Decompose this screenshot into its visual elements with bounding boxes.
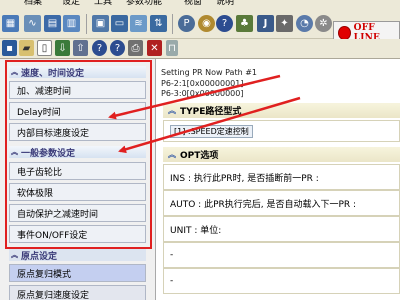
group-header-homing[interactable]: ︽ 原点设定 [9, 249, 146, 262]
open-icon[interactable]: ▦ [2, 15, 19, 32]
monitor-icon[interactable]: ▤ [44, 15, 61, 32]
menu-file[interactable]: 档案 [24, 0, 42, 8]
chevron-up-icon: ︽ [11, 68, 18, 76]
upload-icon[interactable]: ⇧ [73, 40, 88, 56]
new-document-icon[interactable]: ▯ [37, 40, 52, 56]
chevron-up-icon: ︽ [168, 106, 176, 115]
opt-row-label: - [170, 276, 174, 286]
group-header-label: 一般参数设定 [21, 148, 76, 159]
close-icon[interactable]: ✕ [147, 40, 162, 56]
setup-icon[interactable]: ◉ [198, 15, 215, 32]
nav-item-homing-mode[interactable]: 原点复归模式 [9, 264, 146, 282]
nav-item-label: 事件ON/OFF设定 [17, 230, 88, 241]
pin-icon[interactable]: ⊓ [166, 40, 178, 56]
help-icon[interactable]: ? [92, 40, 107, 56]
type-select[interactable]: [1] :SPEED定速控制 [170, 124, 253, 138]
help-icon[interactable]: ? [216, 15, 233, 32]
jog-icon[interactable]: J [257, 15, 274, 32]
gear-icon[interactable]: ✲ [315, 15, 332, 32]
nav-item-accel-decel-time[interactable]: 加、减速时间 [9, 81, 146, 99]
opt-auto-row[interactable]: AUTO : 此PR执行完后, 是否自动载入下一PR : [163, 190, 400, 216]
io-icon[interactable]: ▥ [63, 15, 80, 32]
param-readout: P6-2:1[0x00000001] [161, 79, 244, 88]
nav-item-electronic-gear-ratio[interactable]: 电子齿轮比 [9, 162, 146, 180]
nav-item-label: 自动保护之减速时间 [17, 209, 99, 220]
chevron-up-icon: ︽ [11, 251, 18, 259]
opt-row-label: UNIT : 单位: [170, 225, 222, 236]
graph-icon[interactable]: ≋ [130, 15, 147, 32]
group-header-general-params[interactable]: ︽ 一般参数设定 [9, 146, 146, 159]
menu-help[interactable]: 说明 [216, 0, 234, 8]
group-header-label: 原点设定 [21, 251, 58, 262]
group-header-speed-time[interactable]: ︽ 速度、时间设定 [9, 66, 146, 79]
offline-indicator-icon [338, 26, 351, 40]
tuning-icon[interactable]: ⇅ [150, 15, 167, 32]
path-caption: Setting PR Now Path #1 [161, 68, 257, 77]
chevron-up-icon: ︽ [11, 148, 18, 156]
panel-icon[interactable]: ▣ [92, 15, 109, 32]
opt-empty-row[interactable]: - [163, 242, 400, 268]
info-icon[interactable]: ? [110, 40, 125, 56]
menu-settings[interactable]: 设定 [62, 0, 80, 8]
chevron-up-icon: ︽ [168, 150, 176, 159]
speed-icon[interactable]: ◔ [296, 15, 313, 32]
section-title: TYPE路径型式 [180, 107, 242, 117]
nav-item-label: 内部目标速度设定 [17, 128, 90, 139]
type-section-header[interactable]: ︽ TYPE路径型式 [163, 103, 400, 118]
nav-item-target-speed[interactable]: 内部目标速度设定 [9, 123, 146, 141]
param-readout: P6-3:0[0x00000000] [161, 89, 244, 98]
settings-icon[interactable]: ✦ [276, 15, 293, 32]
nav-item-homing-speed[interactable]: 原点复归速度设定 [9, 285, 146, 300]
menu-window[interactable]: 视窗 [184, 0, 202, 8]
print-icon[interactable]: ⎙ [128, 40, 143, 56]
open-folder-icon[interactable]: ▰ [19, 40, 34, 56]
opt-row-label: INS : 执行此PR时, 是否插断前一PR : [170, 173, 319, 184]
menu-parameters[interactable]: 参数功能 [126, 0, 162, 8]
opt-unit-row[interactable]: UNIT : 单位: [163, 216, 400, 242]
menu-tools[interactable]: 工具 [94, 0, 112, 8]
nav-item-delay-time[interactable]: Delay时间 [9, 102, 146, 120]
network-icon[interactable]: ♣ [236, 15, 253, 32]
menu-bar: 档案 设定 工具 参数功能 视窗 说明 [0, 0, 400, 9]
nav-item-label: 原点复归速度设定 [17, 290, 90, 300]
opt-row-label: - [170, 250, 174, 260]
opt-empty-row[interactable]: - [163, 268, 400, 294]
toolbar-separator [86, 14, 87, 34]
left-nav-panel: ︽ 速度、时间设定 加、减速时间 Delay时间 内部目标速度设定 ︽ 一般参数… [0, 59, 156, 300]
scope-icon[interactable]: ∿ [24, 15, 41, 32]
save-icon[interactable]: ▪ [2, 40, 17, 56]
nav-item-label: 加、减速时间 [17, 86, 72, 97]
main-toolbar: ▦ ∿ ▤ ▥ ▣ ▭ ≋ ⇅ P ◉ ? ♣ J ✦ ◔ ✲ OFF LINE [0, 9, 400, 45]
opt-row-label: AUTO : 此PR执行完后, 是否自动载入下一PR : [170, 199, 357, 210]
nav-item-label: 原点复归模式 [17, 269, 72, 280]
secondary-toolbar: ▪ ▰ ▯ ⇩ ⇧ ? ? ⎙ ✕ ⊓ [0, 39, 400, 96]
parameter-icon[interactable]: P [178, 15, 195, 32]
nav-item-label: Delay时间 [17, 107, 61, 118]
download-icon[interactable]: ⇩ [55, 40, 70, 56]
pc-icon[interactable]: ▭ [111, 15, 128, 32]
group-header-label: 速度、时间设定 [21, 68, 85, 79]
nav-item-event-onoff[interactable]: 事件ON/OFF设定 [9, 225, 146, 243]
opt-ins-row[interactable]: INS : 执行此PR时, 是否插断前一PR : [163, 164, 400, 190]
nav-item-protection-decel-time[interactable]: 自动保护之减速时间 [9, 204, 146, 222]
nav-item-label: 电子齿轮比 [17, 167, 63, 178]
type-field: [1] :SPEED定速控制 [163, 120, 400, 142]
section-title: OPT选项 [180, 151, 219, 161]
pr-settings-panel: Setting PR Now Path #1 P6-2:1[0x00000001… [157, 59, 400, 300]
opt-section-header[interactable]: ︽ OPT选项 [163, 147, 400, 162]
toolbar-separator [172, 14, 173, 34]
nav-item-label: 软体极限 [17, 188, 54, 199]
nav-item-software-limit[interactable]: 软体极限 [9, 183, 146, 201]
